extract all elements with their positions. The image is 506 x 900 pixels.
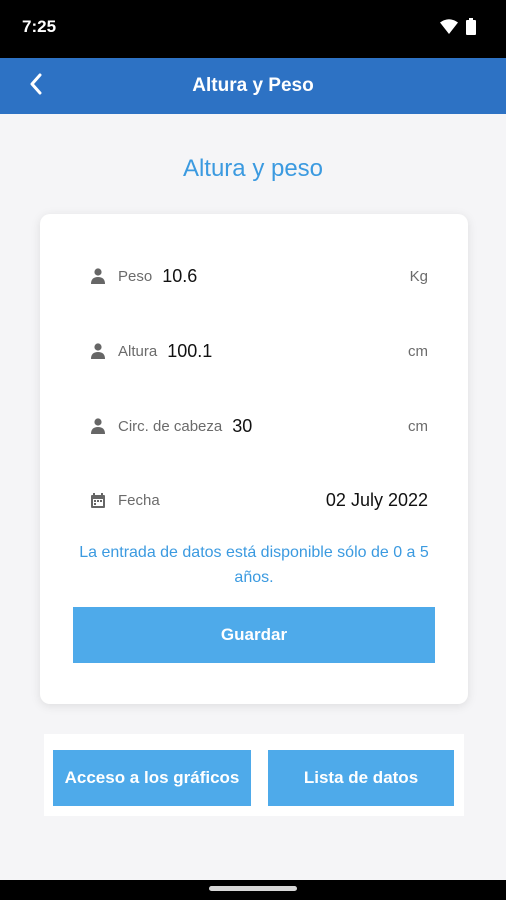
calendar-icon xyxy=(90,491,106,509)
altura-value[interactable]: 100.1 xyxy=(167,341,212,362)
cabeza-row[interactable]: Circ. de cabeza 30 cm xyxy=(90,408,428,444)
status-bar: 7:25 xyxy=(0,0,506,58)
altura-unit: cm xyxy=(408,342,428,360)
save-button[interactable]: Guardar xyxy=(73,607,435,663)
cabeza-label: Circ. de cabeza xyxy=(118,417,223,435)
person-icon xyxy=(90,417,106,435)
status-time: 7:25 xyxy=(22,17,57,36)
peso-unit: Kg xyxy=(409,267,428,285)
wifi-icon xyxy=(440,19,458,39)
peso-row[interactable]: Peso 10.6 Kg xyxy=(90,258,428,294)
form-card: Peso 10.6 Kg Altura 100.1 cm Circ. de ca… xyxy=(40,214,468,704)
home-gesture-handle[interactable] xyxy=(209,886,297,891)
altura-label: Altura xyxy=(118,342,158,360)
system-nav-bar xyxy=(0,880,506,900)
cabeza-unit: cm xyxy=(408,417,428,435)
peso-label: Peso xyxy=(118,267,153,285)
bottom-actions: Acceso a los gráficos Lista de datos xyxy=(44,734,464,816)
app-bar: Altura y Peso xyxy=(0,58,506,114)
battery-icon xyxy=(466,18,476,40)
page-heading: Altura y peso xyxy=(182,155,324,182)
status-icons xyxy=(440,18,476,40)
app-title: Altura y Peso xyxy=(192,75,314,96)
charts-button[interactable]: Acceso a los gráficos xyxy=(53,750,251,806)
cabeza-value[interactable]: 30 xyxy=(232,416,252,437)
fecha-row[interactable]: Fecha 02 July 2022 xyxy=(90,482,428,518)
peso-value[interactable]: 10.6 xyxy=(162,266,197,287)
fecha-label: Fecha xyxy=(118,491,160,509)
person-icon xyxy=(90,267,106,285)
person-icon xyxy=(90,342,106,360)
age-range-notice: La entrada de datos está disponible sólo… xyxy=(79,544,429,586)
fecha-value[interactable]: 02 July 2022 xyxy=(326,490,428,511)
altura-row[interactable]: Altura 100.1 cm xyxy=(90,333,428,369)
data-list-button[interactable]: Lista de datos xyxy=(268,750,454,806)
